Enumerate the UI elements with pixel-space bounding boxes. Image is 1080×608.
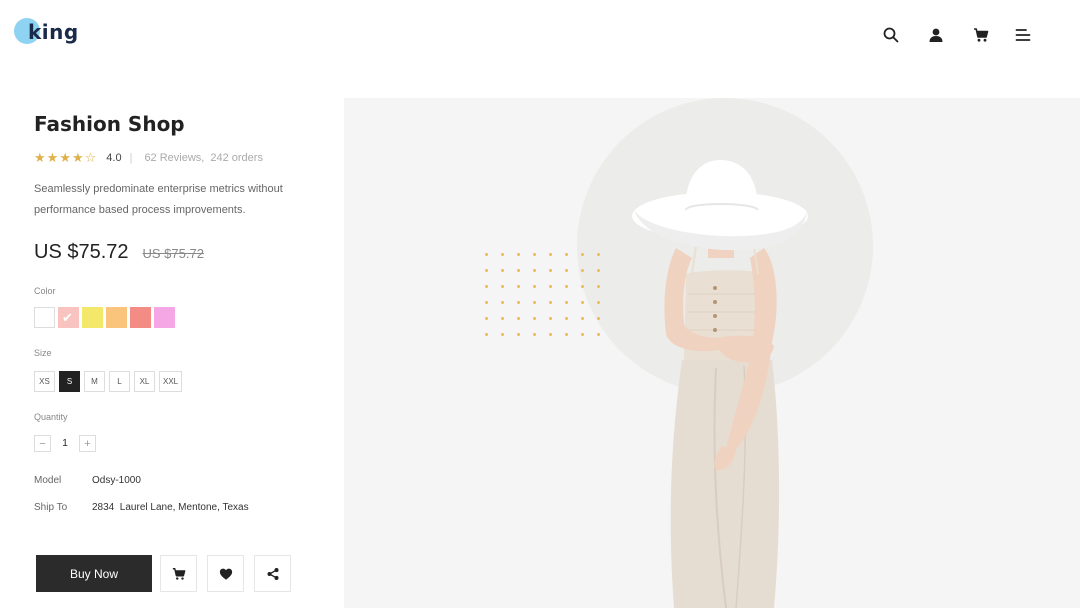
quantity-label: Quantity: [34, 412, 68, 422]
check-icon: ✔: [62, 310, 73, 325]
model-row: Model Odsy-1000: [34, 475, 141, 486]
size-option[interactable]: S: [59, 371, 80, 392]
share-icon: [266, 567, 279, 580]
quantity-decrease-button[interactable]: −: [34, 435, 51, 452]
product-hero-image: [344, 98, 1080, 608]
size-options: XS S M L XL XXL: [34, 371, 183, 392]
price-row: US $75.72 US $75.72: [34, 241, 204, 264]
logo-text: king: [28, 20, 79, 44]
color-label: Color: [34, 286, 56, 296]
product-description: Seamlessly predominate enterprise metric…: [34, 183, 283, 216]
color-swatch[interactable]: [130, 307, 151, 328]
color-swatch[interactable]: [82, 307, 103, 328]
model-label: Model: [34, 475, 62, 486]
add-to-cart-button[interactable]: [160, 555, 197, 592]
ship-label: Ship To: [34, 502, 68, 513]
product-title: Fashion Shop: [34, 112, 185, 136]
wishlist-button[interactable]: [207, 555, 244, 592]
search-icon[interactable]: [881, 25, 901, 45]
rating-separator: |: [129, 151, 133, 164]
color-swatch[interactable]: [34, 307, 55, 328]
cart-icon: [172, 567, 185, 580]
quantity-value[interactable]: 1: [51, 438, 79, 449]
color-swatch[interactable]: [106, 307, 127, 328]
color-swatch[interactable]: ✔: [58, 307, 79, 328]
reviews-link[interactable]: 62 Reviews,: [144, 152, 204, 164]
rating-row: ★ ★ ★ ★ ☆ 4.0 | 62 Reviews, 242 orders: [34, 151, 263, 164]
current-price: US $75.72: [34, 241, 129, 263]
model-photo: [632, 160, 808, 608]
orders-count: 242 orders: [210, 151, 263, 164]
color-swatch[interactable]: [154, 307, 175, 328]
rating-value: 4.0: [106, 151, 122, 164]
star-filled-icon: ★: [59, 150, 71, 165]
star-filled-icon: ★: [71, 150, 84, 165]
color-swatches: ✔: [34, 307, 175, 328]
size-option[interactable]: XS: [34, 371, 55, 392]
star-empty-icon: ☆: [84, 150, 97, 165]
menu-icon[interactable]: [1013, 25, 1033, 45]
old-price: US $75.72: [142, 246, 204, 261]
share-button[interactable]: [254, 555, 291, 592]
model-value: Odsy-1000: [92, 475, 141, 486]
heart-icon: [219, 568, 232, 580]
quantity-stepper: − 1 +: [34, 435, 96, 452]
ship-row: Ship To 2834 Laurel Lane, Mentone, Texas: [34, 502, 249, 513]
size-option[interactable]: L: [109, 371, 130, 392]
star-filled-icon: ★: [46, 150, 59, 165]
star-rating: ★ ★ ★ ★ ☆: [34, 151, 96, 164]
cart-icon[interactable]: [971, 25, 991, 45]
size-option[interactable]: XXL: [159, 371, 183, 392]
quantity-increase-button[interactable]: +: [79, 435, 96, 452]
user-icon[interactable]: [926, 25, 946, 45]
buy-now-button[interactable]: Buy Now: [36, 555, 152, 592]
star-filled-icon: ★: [34, 150, 46, 165]
size-option[interactable]: M: [84, 371, 105, 392]
size-option[interactable]: XL: [134, 371, 155, 392]
ship-value: 2834 Laurel Lane, Mentone, Texas: [92, 502, 249, 513]
logo[interactable]: king: [14, 18, 94, 48]
size-label: Size: [34, 348, 52, 358]
